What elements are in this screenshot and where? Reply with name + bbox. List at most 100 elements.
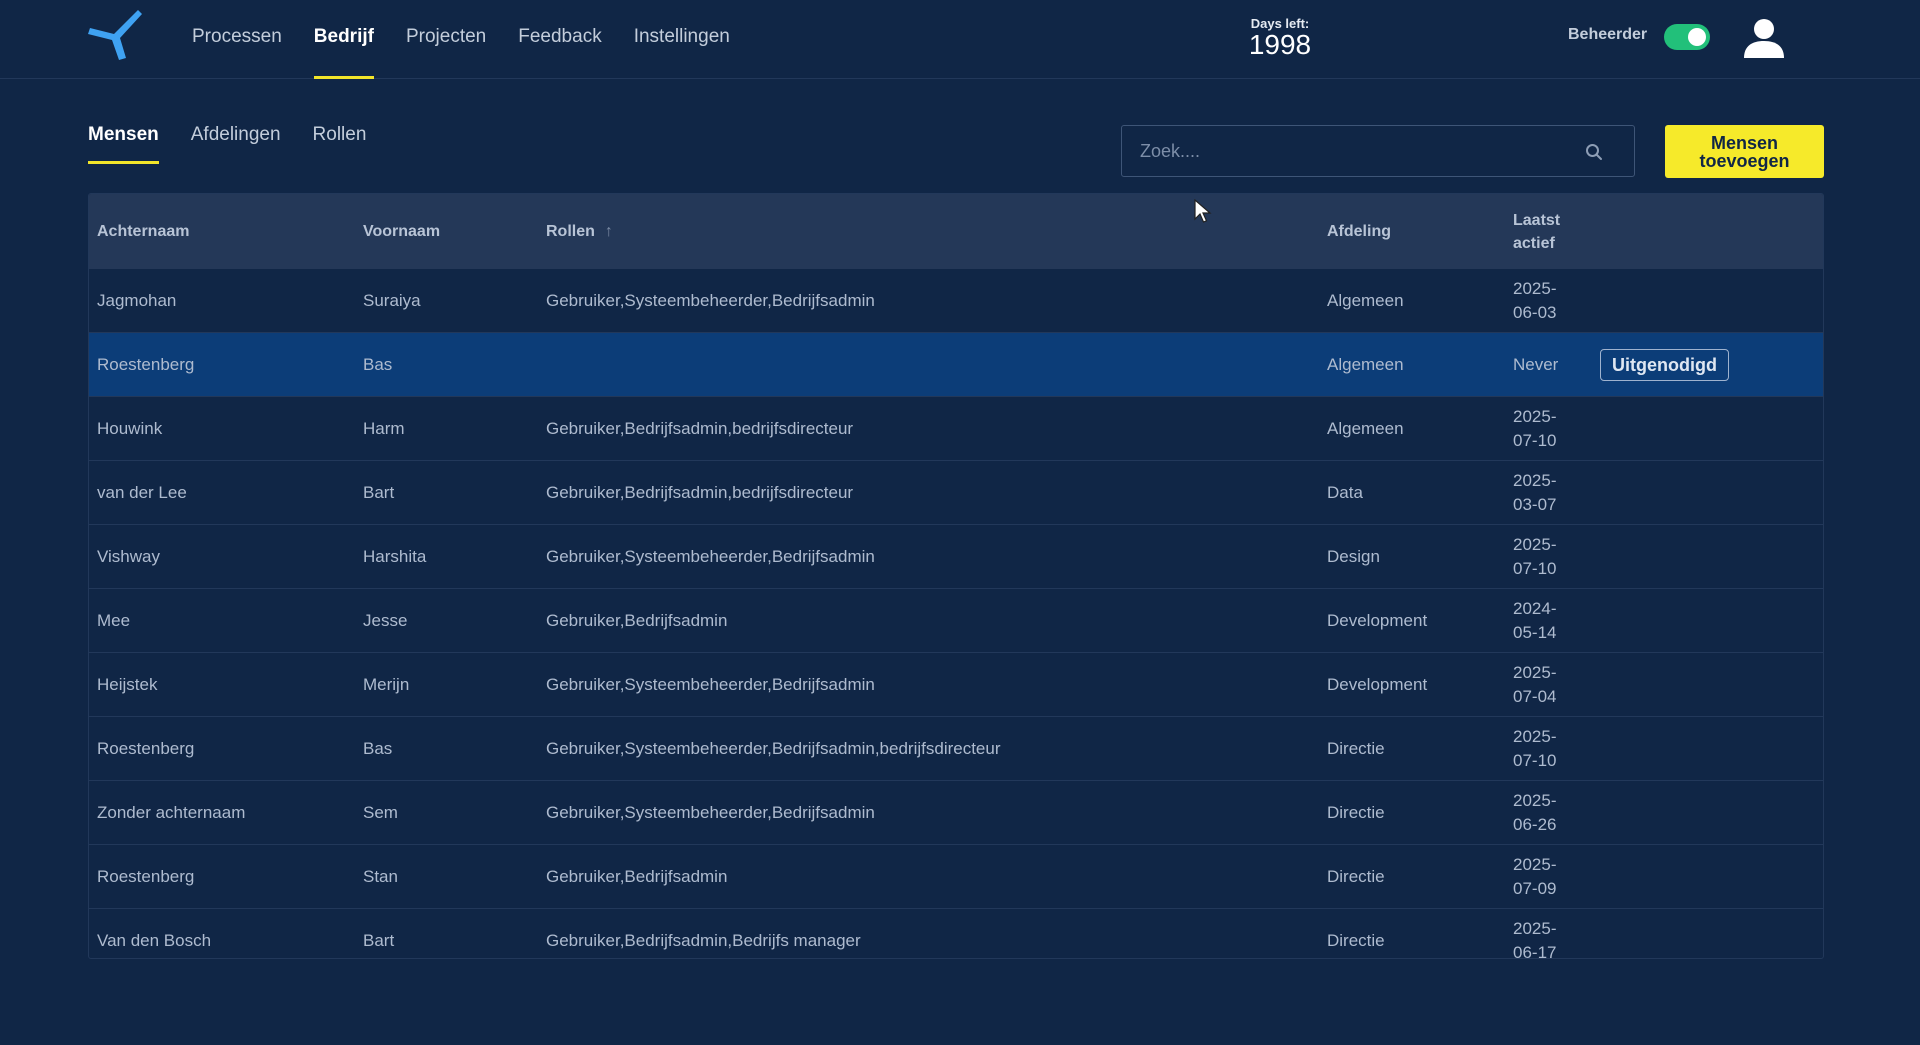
cell-department: Development [1327,675,1428,694]
cell-last-name: Vishway [97,547,160,566]
app-window: Processen Bedrijf Projecten Feedback Instell… [0,0,1920,1045]
nav-item-projecten[interactable]: Projecten [406,0,486,79]
cell-first-name: Jesse [363,611,408,630]
cell-first-name: Harm [363,419,405,438]
cell-last-name: Zonder achternaam [97,803,246,822]
tab-rollen[interactable]: Rollen [313,124,367,164]
cell-roles: Gebruiker,Bedrijfsadmin [546,611,728,630]
table-row[interactable]: Houwink Harm Gebruiker,Bedrijfsadmin,bedri… [89,397,1823,461]
nav-item-feedback[interactable]: Feedback [518,0,601,79]
header-last-name[interactable]: Achternaam [97,194,189,269]
table-header: Achternaam Voornaam Rollen ↑ Afdeling La… [89,194,1823,269]
cell-department: Directie [1327,739,1385,758]
cell-roles: Gebruiker,Systeembeheerder,Bedrijfsadmin… [546,739,1001,758]
table-row[interactable]: Zonder achternaam Sem Gebruiker,Systeembeh… [89,781,1823,845]
table-row[interactable]: Jagmohan Suraiya Gebruiker,Systeembeheerde… [89,269,1823,333]
cell-roles: Gebruiker,Systeembeheerder,Bedrijfsadmin [546,547,875,566]
header-last-active[interactable]: Laatst actief [1513,194,1573,269]
cell-first-name: Bas [363,355,393,374]
main-nav: Processen Bedrijf Projecten Feedback Instell… [192,0,730,79]
cell-last-name: Roestenberg [97,867,195,886]
cell-last-active: 2024-05-14 [1513,599,1557,642]
cell-roles: Gebruiker,Systeembeheerder,Bedrijfsadmin [546,803,875,822]
search-icon[interactable] [1584,142,1604,162]
cell-last-name: Roestenberg [97,355,195,374]
cell-department: Directie [1327,931,1385,950]
cell-first-name: Bart [363,931,395,950]
days-left-value: 1998 [1248,29,1312,60]
cell-last-active: 2025-06-26 [1513,791,1557,834]
cell-roles: Gebruiker,Systeembeheerder,Bedrijfsadmin [546,291,875,310]
cell-last-name: Van den Bosch [97,931,212,950]
cell-last-active: 2025-07-09 [1513,855,1557,898]
mouse-cursor-icon [1194,199,1212,223]
table-body: Jagmohan Suraiya Gebruiker,Systeembeheerde… [89,269,1823,959]
cell-first-name: Stan [363,867,398,886]
role-label: Beheerder [1568,26,1648,43]
cell-department: Directie [1327,803,1385,822]
cell-last-active: Never [1513,355,1559,374]
cell-last-active: 2025-07-10 [1513,407,1557,450]
role-toggle[interactable] [1664,24,1710,50]
header-department[interactable]: Afdeling [1327,194,1391,269]
cell-department: Data [1327,483,1363,502]
cell-first-name: Bas [363,739,393,758]
header-first-name[interactable]: Voornaam [363,194,440,269]
sub-tabs: Mensen Afdelingen Rollen [88,124,366,164]
cell-first-name: Suraiya [363,291,421,310]
toggle-knob [1688,28,1706,46]
cell-last-active: 2025-07-04 [1513,663,1557,706]
nav-item-bedrijf[interactable]: Bedrijf [313,0,375,79]
invited-badge[interactable]: Uitgenodigd [1600,349,1729,381]
cell-roles: Gebruiker,Bedrijfsadmin,bedrijfsdirecteu… [546,419,854,438]
cell-status: Uitgenodigd [1600,333,1729,397]
cell-last-name: Heijstek [97,675,158,694]
cell-last-active: 2025-07-10 [1513,727,1557,770]
top-navigation-bar: Processen Bedrijf Projecten Feedback Instell… [0,0,1920,79]
nav-item-instellingen[interactable]: Instellingen [634,0,730,79]
nav-item-processen[interactable]: Processen [192,0,282,79]
cell-last-name: Roestenberg [97,739,195,758]
cell-last-name: Houwink [97,419,163,438]
header-roles-label: Rollen [546,223,595,240]
cell-first-name: Merijn [363,675,410,694]
table-row[interactable]: Roestenberg Stan Gebruiker,Bedrijfsadmin Di… [89,845,1823,909]
arrow-up-icon: ↑ [604,223,613,240]
cell-department: Algemeen [1327,419,1404,438]
cell-first-name: Harshita [363,547,427,566]
table-row[interactable]: Vishway Harshita Gebruiker,Systeembeheerde… [89,525,1823,589]
cell-last-name: van der Lee [97,483,187,502]
cell-roles: Gebruiker,Systeembeheerder,Bedrijfsadmin [546,675,875,694]
cell-department: Design [1327,547,1380,566]
table-row[interactable]: Mee Jesse Gebruiker,Bedrijfsadmin Developme… [89,589,1823,653]
tab-afdelingen[interactable]: Afdelingen [191,124,281,164]
cell-last-active: 2025-06-03 [1513,279,1557,322]
cell-roles: Gebruiker,Bedrijfsadmin,bedrijfsdirecteu… [546,483,854,502]
cell-last-active: 2025-06-17 [1513,919,1557,959]
table-row[interactable]: Heijstek Merijn Gebruiker,Systeembeheerder… [89,653,1823,717]
cell-first-name: Sem [363,803,398,822]
table-row[interactable]: van der Lee Bart Gebruiker,Bedrijfsadmin,b… [89,461,1823,525]
cell-first-name: Bart [363,483,395,502]
days-left-counter: Days left: 1998 [1230,16,1330,59]
cell-last-name: Mee [97,611,131,630]
people-table: Achternaam Voornaam Rollen ↑ Afdeling La… [88,193,1824,959]
table-row[interactable]: Van den Bosch Bart Gebruiker,Bedrijfsadmin… [89,909,1823,959]
table-row[interactable]: Roestenberg Bas Gebruiker,Systeembeheerder… [89,717,1823,781]
search-box [1121,125,1635,177]
cell-roles: Gebruiker,Bedrijfsadmin [546,867,728,886]
cell-roles: Gebruiker,Bedrijfsadmin,Bedrijfs manager [546,931,861,950]
logo-icon[interactable] [88,8,144,60]
cell-department: Algemeen [1327,355,1404,374]
add-people-button[interactable]: Mensen toevoegen [1665,125,1824,178]
cell-department: Directie [1327,867,1385,886]
cell-department: Algemeen [1327,291,1404,310]
tab-mensen[interactable]: Mensen [88,124,159,164]
header-roles[interactable]: Rollen ↑ [546,194,613,269]
table-row[interactable]: Roestenberg Bas Algemeen Never Uitgenodigd [89,333,1823,397]
cell-department: Development [1327,611,1428,630]
cell-last-active: 2025-03-07 [1513,471,1557,514]
user-icon[interactable] [1742,16,1786,60]
search-input[interactable] [1122,126,1634,176]
cell-last-active: 2025-07-10 [1513,535,1557,578]
